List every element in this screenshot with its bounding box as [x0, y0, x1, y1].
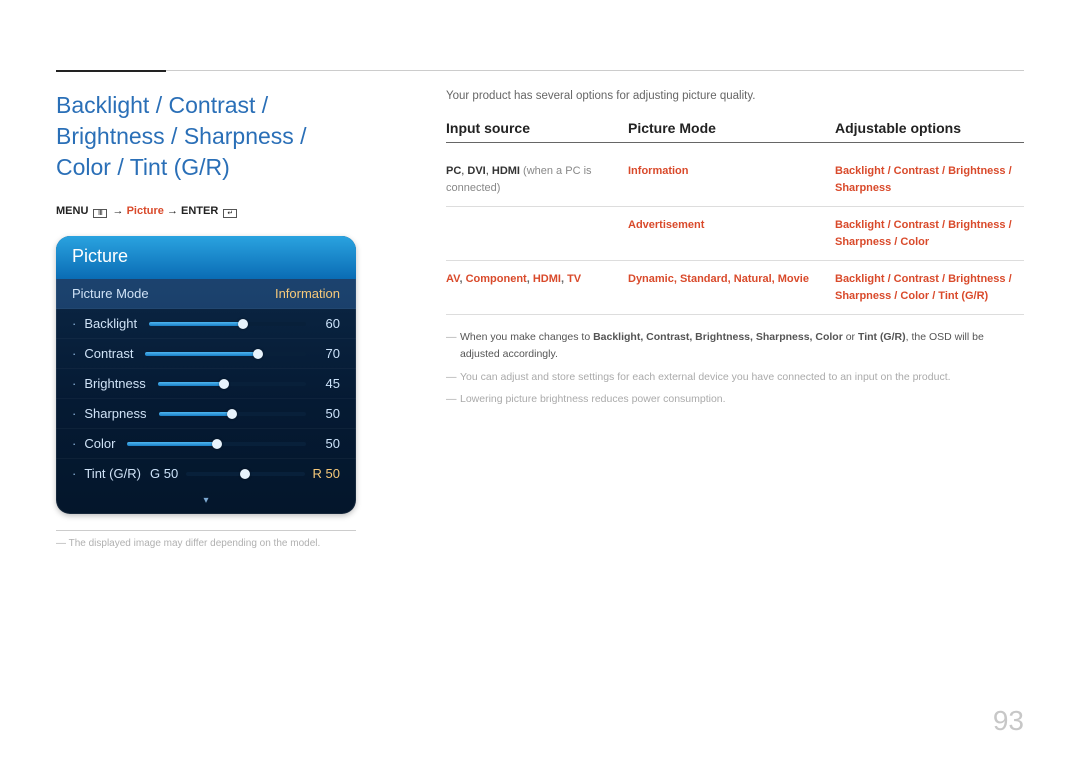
cell-mode: Advertisement	[628, 217, 823, 250]
left-column: Backlight / Contrast / Brightness / Shar…	[56, 90, 356, 723]
breadcrumb-picture: Picture	[127, 205, 164, 217]
breadcrumb-enter: ENTER	[181, 205, 218, 217]
th-input-source: Input source	[446, 120, 616, 136]
th-picture-mode: Picture Mode	[628, 120, 823, 136]
table-row: AV, Component, HDMI, TV Dynamic, Standar…	[446, 261, 1024, 315]
chevron-down-icon[interactable]: ▾	[56, 491, 356, 514]
th-adjustable: Adjustable options	[835, 120, 1024, 136]
cell-input: PC, DVI, HDMI (when a PC is connected)	[446, 163, 616, 196]
page-number: 93	[993, 705, 1024, 737]
header-rule	[56, 70, 1024, 71]
breadcrumb: MENU Ⅲ → Picture → ENTER ↵	[56, 205, 356, 218]
osd-mode-value: Information	[275, 286, 340, 301]
osd-mode-label: Picture Mode	[72, 286, 149, 301]
divider	[56, 530, 356, 531]
slider[interactable]	[158, 382, 306, 386]
osd-title: Picture	[56, 236, 356, 279]
tint-slider[interactable]	[186, 472, 304, 476]
cell-input	[446, 217, 616, 250]
osd-mode-row[interactable]: Picture Mode Information	[56, 279, 356, 309]
intro-text: Your product has several options for adj…	[446, 90, 1024, 102]
page-title: Backlight / Contrast / Brightness / Shar…	[56, 90, 356, 183]
cell-mode: Dynamic, Standard, Natural, Movie	[628, 271, 823, 304]
table-header: Input source Picture Mode Adjustable opt…	[446, 120, 1024, 143]
cell-mode: Information	[628, 163, 823, 196]
slider[interactable]	[159, 412, 307, 416]
notes-list: When you make changes to Backlight, Cont…	[446, 329, 1024, 408]
note: You can adjust and store settings for ea…	[446, 369, 1024, 386]
cell-adj: Backlight / Contrast / Brightness / Shar…	[835, 271, 1024, 304]
slider[interactable]	[145, 352, 306, 356]
osd-item-color[interactable]: Color 50	[56, 429, 356, 459]
note: Lowering picture brightness reduces powe…	[446, 391, 1024, 408]
breadcrumb-menu: MENU	[56, 205, 88, 217]
enter-icon: ↵	[223, 209, 237, 218]
osd-item-backlight[interactable]: Backlight 60	[56, 309, 356, 339]
osd-item-tint[interactable]: Tint (G/R) G 50 R 50	[56, 459, 356, 491]
osd-item-sharpness[interactable]: Sharpness 50	[56, 399, 356, 429]
right-column: Your product has several options for adj…	[446, 90, 1024, 723]
slider[interactable]	[149, 322, 306, 326]
slider[interactable]	[127, 442, 306, 446]
osd-panel: Picture Picture Mode Information Backlig…	[56, 236, 356, 514]
table-row: PC, DVI, HDMI (when a PC is connected) I…	[446, 153, 1024, 207]
cell-input: AV, Component, HDMI, TV	[446, 271, 616, 304]
left-footnote: The displayed image may differ depending…	[56, 537, 356, 551]
note: When you make changes to Backlight, Cont…	[446, 329, 1024, 363]
cell-adj: Backlight / Contrast / Brightness / Shar…	[835, 163, 1024, 196]
osd-item-brightness[interactable]: Brightness 45	[56, 369, 356, 399]
menu-icon: Ⅲ	[93, 209, 107, 218]
header-rule-accent	[56, 70, 166, 72]
table-row: Advertisement Backlight / Contrast / Bri…	[446, 207, 1024, 261]
osd-item-contrast[interactable]: Contrast 70	[56, 339, 356, 369]
cell-adj: Backlight / Contrast / Brightness / Shar…	[835, 217, 1024, 250]
